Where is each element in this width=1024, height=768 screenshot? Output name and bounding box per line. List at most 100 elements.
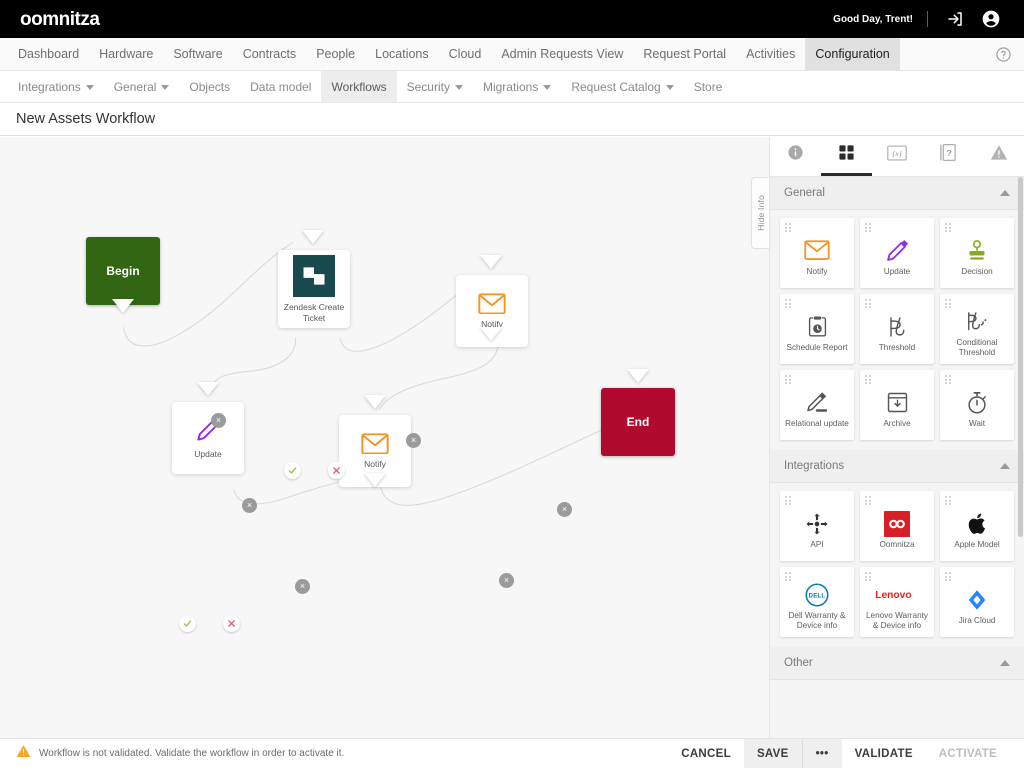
main-nav-item-admin-requests-view[interactable]: Admin Requests View: [491, 38, 633, 70]
blocks-panel: {x}? General NotifyUpdateDecision Schedule…: [770, 137, 1024, 738]
save-button[interactable]: SAVE: [744, 739, 802, 768]
node-port-end-in[interactable]: [627, 369, 649, 383]
branch-success-update1[interactable]: [179, 615, 196, 632]
block-tile-oomnitza[interactable]: Oomnitza: [860, 491, 934, 561]
drag-handle-icon[interactable]: [865, 299, 871, 308]
more-options-button[interactable]: •••: [802, 739, 842, 768]
sub-nav-item-general[interactable]: General: [104, 71, 180, 102]
node-port-update1-in[interactable]: [197, 382, 219, 396]
main-nav-item-hardware[interactable]: Hardware: [89, 38, 163, 70]
drag-handle-icon[interactable]: [785, 496, 791, 505]
block-tile-schedule-report[interactable]: Schedule Report: [780, 294, 854, 364]
node-port-notify2-in[interactable]: [364, 395, 386, 409]
panel-section-header-other[interactable]: Other: [770, 647, 1024, 680]
workflow-canvas[interactable]: BeginZendesk Create TicketNotifyUpdateNo…: [0, 137, 770, 738]
main-nav-item-people[interactable]: People: [306, 38, 365, 70]
block-tile-threshold[interactable]: Threshold: [860, 294, 934, 364]
sub-nav-item-label: Objects: [189, 80, 230, 94]
node-body[interactable]: Update: [172, 402, 244, 474]
main-nav-item-activities[interactable]: Activities: [736, 38, 805, 70]
main-nav-item-dashboard[interactable]: Dashboard: [8, 38, 89, 70]
block-tile-notify[interactable]: Notify: [780, 218, 854, 288]
workflow-node-update1[interactable]: Update: [172, 402, 244, 474]
sub-nav-item-data-model[interactable]: Data model: [240, 71, 321, 102]
drag-handle-icon[interactable]: [785, 223, 791, 232]
connector-remove-handle-4[interactable]: ×: [557, 502, 572, 517]
sub-nav-item-integrations[interactable]: Integrations: [8, 71, 104, 102]
drag-handle-icon[interactable]: [865, 572, 871, 581]
panel-section-header-integrations[interactable]: Integrations: [770, 450, 1024, 483]
branch-success-zendesk[interactable]: [284, 462, 301, 479]
node-body[interactable]: End: [601, 388, 675, 456]
workflow-node-zendesk[interactable]: Zendesk Create Ticket: [278, 250, 350, 328]
topbar-divider: [927, 11, 928, 27]
drag-handle-icon[interactable]: [785, 375, 791, 384]
connector-remove-handle-6[interactable]: ×: [499, 573, 514, 588]
panel-scroll-area[interactable]: General NotifyUpdateDecision Schedule Repo…: [770, 177, 1024, 738]
node-body[interactable]: Zendesk Create Ticket: [278, 250, 350, 328]
panel-tab-warnings[interactable]: [973, 137, 1024, 176]
drag-handle-icon[interactable]: [945, 223, 951, 232]
node-port-begin-out[interactable]: [112, 299, 134, 313]
connector-remove-handle-3[interactable]: ×: [406, 433, 421, 448]
block-tile-decision[interactable]: Decision: [940, 218, 1014, 288]
block-tile-api[interactable]: API: [780, 491, 854, 561]
sub-nav-item-security[interactable]: Security: [397, 71, 473, 102]
sub-nav-item-workflows[interactable]: Workflows: [321, 71, 396, 102]
validate-button[interactable]: VALIDATE: [842, 739, 926, 768]
sub-nav-item-store[interactable]: Store: [684, 71, 733, 102]
branch-failure-zendesk[interactable]: [328, 462, 345, 479]
connector-remove-handle-5[interactable]: ×: [295, 579, 310, 594]
drag-handle-icon[interactable]: [945, 375, 951, 384]
block-tile-jira-cloud[interactable]: Jira Cloud: [940, 567, 1014, 637]
drag-handle-icon[interactable]: [945, 496, 951, 505]
account-circle-icon[interactable]: [978, 6, 1004, 32]
sub-nav-item-request-catalog[interactable]: Request Catalog: [561, 71, 683, 102]
drag-handle-icon[interactable]: [865, 375, 871, 384]
main-nav-item-software[interactable]: Software: [163, 38, 232, 70]
panel-tab-variables[interactable]: {x}: [872, 137, 923, 176]
main-nav-item-contracts[interactable]: Contracts: [233, 38, 307, 70]
workflow-node-begin[interactable]: Begin: [86, 237, 160, 305]
main-nav-item-request-portal[interactable]: Request Portal: [633, 38, 736, 70]
connector-remove-handle-1[interactable]: ×: [211, 413, 226, 428]
main-nav-item-configuration[interactable]: Configuration: [805, 38, 899, 70]
node-body[interactable]: Begin: [86, 237, 160, 305]
hide-info-toggle[interactable]: Hide Info: [751, 177, 769, 249]
block-tile-conditional-threshold[interactable]: Conditional Threshold: [940, 294, 1014, 364]
panel-tab-blocks[interactable]: [821, 137, 872, 176]
block-tile-relational-update[interactable]: Relational update: [780, 370, 854, 440]
drag-handle-icon[interactable]: [785, 572, 791, 581]
panel-scrollbar-thumb[interactable]: [1018, 177, 1023, 537]
block-tile-lenovo-warranty-device-info[interactable]: LenovoLenovo Warranty & Device info: [860, 567, 934, 637]
node-label: Zendesk Create Ticket: [281, 302, 347, 322]
sub-nav-item-migrations[interactable]: Migrations: [473, 71, 561, 102]
drag-handle-icon[interactable]: [945, 572, 951, 581]
block-tile-wait[interactable]: Wait: [940, 370, 1014, 440]
help-circle-icon[interactable]: [995, 38, 1012, 70]
block-tile-apple-model[interactable]: Apple Model: [940, 491, 1014, 561]
workflow-node-end[interactable]: End: [601, 388, 675, 456]
branch-failure-update1[interactable]: [223, 615, 240, 632]
main-nav-item-locations[interactable]: Locations: [365, 38, 439, 70]
panel-tab-info[interactable]: [770, 137, 821, 176]
oomnitza-logo[interactable]: oomnitza: [20, 10, 99, 29]
block-tile-archive[interactable]: Archive: [860, 370, 934, 440]
main-nav-item-cloud[interactable]: Cloud: [439, 38, 492, 70]
drag-handle-icon[interactable]: [865, 496, 871, 505]
node-port-notify2-out[interactable]: [364, 473, 386, 487]
drag-handle-icon[interactable]: [945, 299, 951, 308]
block-tile-dell-warranty-device-info[interactable]: DELLDell Warranty & Device info: [780, 567, 854, 637]
sub-nav-item-objects[interactable]: Objects: [179, 71, 240, 102]
connector-remove-handle-2[interactable]: ×: [242, 498, 257, 513]
node-port-zendesk-in[interactable]: [302, 230, 324, 244]
drag-handle-icon[interactable]: [785, 299, 791, 308]
block-tile-update[interactable]: Update: [860, 218, 934, 288]
node-port-notify1-in[interactable]: [480, 255, 502, 269]
drag-handle-icon[interactable]: [865, 223, 871, 232]
logout-icon[interactable]: [942, 6, 968, 32]
node-port-notify1-out[interactable]: [480, 327, 502, 341]
panel-section-header-general[interactable]: General: [770, 177, 1024, 210]
panel-tab-docs[interactable]: ?: [922, 137, 973, 176]
cancel-button[interactable]: CANCEL: [668, 739, 744, 768]
